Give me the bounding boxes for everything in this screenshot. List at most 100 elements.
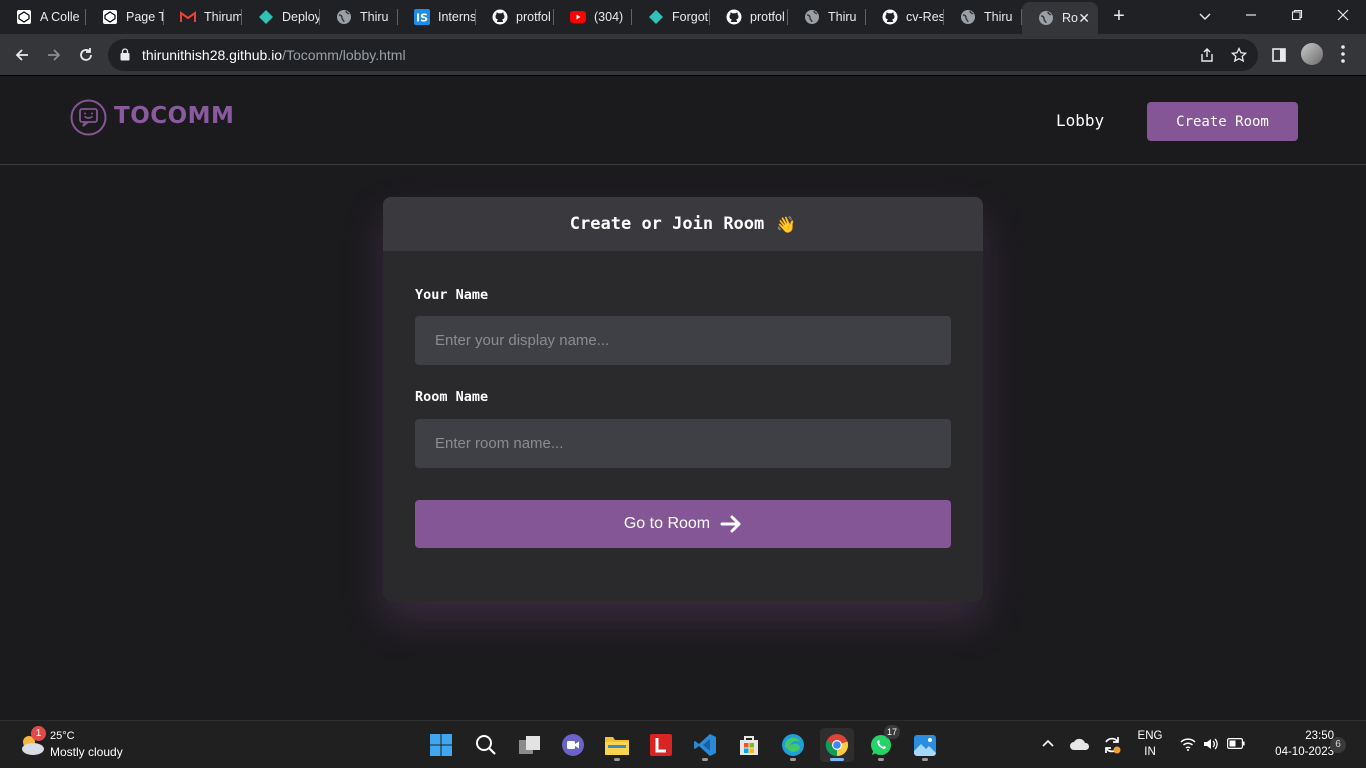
minimize-button[interactable] bbox=[1228, 0, 1274, 34]
browser-tab[interactable]: A Colle bbox=[0, 0, 86, 34]
bookmark-star-icon[interactable] bbox=[1230, 46, 1248, 64]
notification-count-badge[interactable]: 6 bbox=[1330, 737, 1346, 753]
netlify-icon bbox=[258, 9, 274, 25]
tab-title: (304) bbox=[594, 10, 624, 24]
microsoft-store-button[interactable] bbox=[732, 728, 766, 762]
file-explorer-button[interactable] bbox=[600, 728, 634, 762]
wifi-icon[interactable] bbox=[1180, 737, 1196, 751]
browser-tab-strip: Ro ✕ Thiru cv-Res Thiru protfol Forgot (304) pro… bbox=[0, 0, 1366, 34]
room-label: Room Name bbox=[415, 389, 489, 405]
teams-chat-button[interactable] bbox=[556, 728, 590, 762]
browser-tab[interactable]: Thiru bbox=[788, 0, 866, 34]
room-name-input[interactable] bbox=[415, 419, 951, 468]
tab-separator bbox=[163, 9, 164, 25]
new-tab-button[interactable]: + bbox=[1108, 5, 1130, 27]
chrome-icon bbox=[825, 734, 849, 757]
tab-separator bbox=[241, 9, 242, 25]
battery-icon[interactable] bbox=[1227, 738, 1245, 749]
vscode-button[interactable] bbox=[688, 728, 722, 762]
browser-tab[interactable]: Forgot bbox=[632, 0, 710, 34]
share-icon[interactable] bbox=[1198, 46, 1216, 64]
running-indicator bbox=[878, 758, 884, 761]
globe-icon bbox=[1038, 10, 1054, 26]
waving-hand-icon: 👋 bbox=[776, 214, 797, 234]
browser-tab[interactable]: Thiru bbox=[320, 0, 398, 34]
display-name-input[interactable] bbox=[415, 316, 951, 365]
weather-temperature[interactable]: 25°C bbox=[50, 730, 75, 742]
browser-tab[interactable]: cv-Res bbox=[866, 0, 944, 34]
url-host: thirunithish28.github.io bbox=[142, 47, 283, 63]
task-view-button[interactable] bbox=[513, 728, 547, 762]
restore-button[interactable] bbox=[1274, 0, 1320, 34]
running-indicator bbox=[922, 758, 928, 761]
go-to-room-button[interactable]: Go to Room bbox=[415, 500, 951, 548]
folder-icon bbox=[605, 737, 629, 755]
volume-icon[interactable] bbox=[1203, 737, 1219, 751]
globe-icon bbox=[960, 9, 976, 25]
close-tab-icon[interactable]: ✕ bbox=[1078, 10, 1090, 27]
forward-arrow-icon bbox=[48, 49, 61, 61]
photos-icon bbox=[914, 735, 936, 756]
profile-avatar[interactable] bbox=[1301, 43, 1323, 65]
tab-separator bbox=[85, 9, 86, 25]
tab-separator bbox=[1021, 9, 1022, 25]
task-view-icon bbox=[519, 736, 540, 754]
side-panel-button[interactable] bbox=[1266, 42, 1292, 68]
chevron-up-icon[interactable] bbox=[1042, 739, 1054, 747]
whatsapp-badge: 17 bbox=[884, 725, 900, 739]
sync-icon[interactable] bbox=[1102, 735, 1122, 755]
browser-tab[interactable]: Thirum bbox=[164, 0, 242, 34]
tab-separator bbox=[397, 9, 398, 25]
clock-time[interactable]: 23:50 bbox=[1284, 730, 1334, 742]
tab-title: protfol bbox=[750, 10, 785, 24]
more-menu-icon[interactable] bbox=[1340, 44, 1346, 64]
onedrive-cloud-icon[interactable] bbox=[1070, 737, 1090, 751]
reload-button[interactable] bbox=[73, 42, 99, 68]
close-window-button[interactable] bbox=[1320, 0, 1366, 34]
tab-search-button[interactable] bbox=[1182, 0, 1228, 34]
chrome-button[interactable] bbox=[820, 728, 854, 762]
lastpass-app-button[interactable] bbox=[644, 728, 678, 762]
photos-button[interactable] bbox=[908, 728, 942, 762]
edge-button[interactable] bbox=[776, 728, 810, 762]
tab-title: protfol bbox=[516, 10, 551, 24]
whatsapp-button[interactable]: 17 bbox=[864, 725, 900, 762]
browser-tab[interactable]: Ro ✕ bbox=[1022, 2, 1098, 34]
address-bar[interactable]: thirunithish28.github.io/Tocomm/lobby.ht… bbox=[108, 39, 1258, 71]
globe-icon bbox=[336, 9, 352, 25]
browser-tab[interactable]: protfol bbox=[476, 0, 554, 34]
logo-text[interactable]: TOCOMM bbox=[114, 103, 234, 129]
browser-tab[interactable]: IS Interns bbox=[398, 0, 476, 34]
language-indicator[interactable]: ENG bbox=[1136, 730, 1164, 742]
join-room-card: Create or Join Room 👋 Your Name Room Nam… bbox=[383, 197, 983, 601]
github-icon bbox=[726, 9, 742, 25]
nav-lobby-link[interactable]: Lobby bbox=[1056, 111, 1104, 130]
browser-tab[interactable]: Page Tr bbox=[86, 0, 164, 34]
github-icon bbox=[492, 9, 508, 25]
browser-tab[interactable]: protfol bbox=[710, 0, 788, 34]
svg-text:IS: IS bbox=[416, 12, 428, 25]
side-panel-icon bbox=[1272, 48, 1286, 62]
tab-separator bbox=[865, 9, 866, 25]
browser-tab[interactable]: (304) bbox=[554, 0, 632, 34]
tab-title: Forgot bbox=[672, 10, 709, 24]
start-button[interactable] bbox=[424, 728, 458, 762]
tab-title: Ro bbox=[1062, 11, 1078, 25]
back-button[interactable] bbox=[9, 42, 35, 68]
taskbar-search-button[interactable] bbox=[469, 728, 503, 762]
browser-tab[interactable]: Thiru bbox=[944, 0, 1022, 34]
codepen-icon bbox=[16, 9, 32, 25]
gmail-icon bbox=[180, 9, 196, 25]
browser-toolbar: thirunithish28.github.io/Tocomm/lobby.ht… bbox=[0, 34, 1366, 76]
create-room-button[interactable]: Create Room bbox=[1147, 102, 1298, 141]
clock-date[interactable]: 04-10-2023 bbox=[1256, 746, 1334, 758]
store-icon bbox=[740, 736, 758, 755]
card-header: Create or Join Room 👋 bbox=[383, 197, 983, 251]
browser-tab[interactable]: Deploy bbox=[242, 0, 320, 34]
weather-description[interactable]: Mostly cloudy bbox=[50, 745, 123, 759]
forward-button[interactable] bbox=[41, 42, 67, 68]
running-indicator bbox=[830, 758, 844, 761]
running-indicator bbox=[790, 758, 796, 761]
reload-icon bbox=[80, 48, 92, 61]
region-indicator[interactable]: IN bbox=[1136, 746, 1164, 758]
